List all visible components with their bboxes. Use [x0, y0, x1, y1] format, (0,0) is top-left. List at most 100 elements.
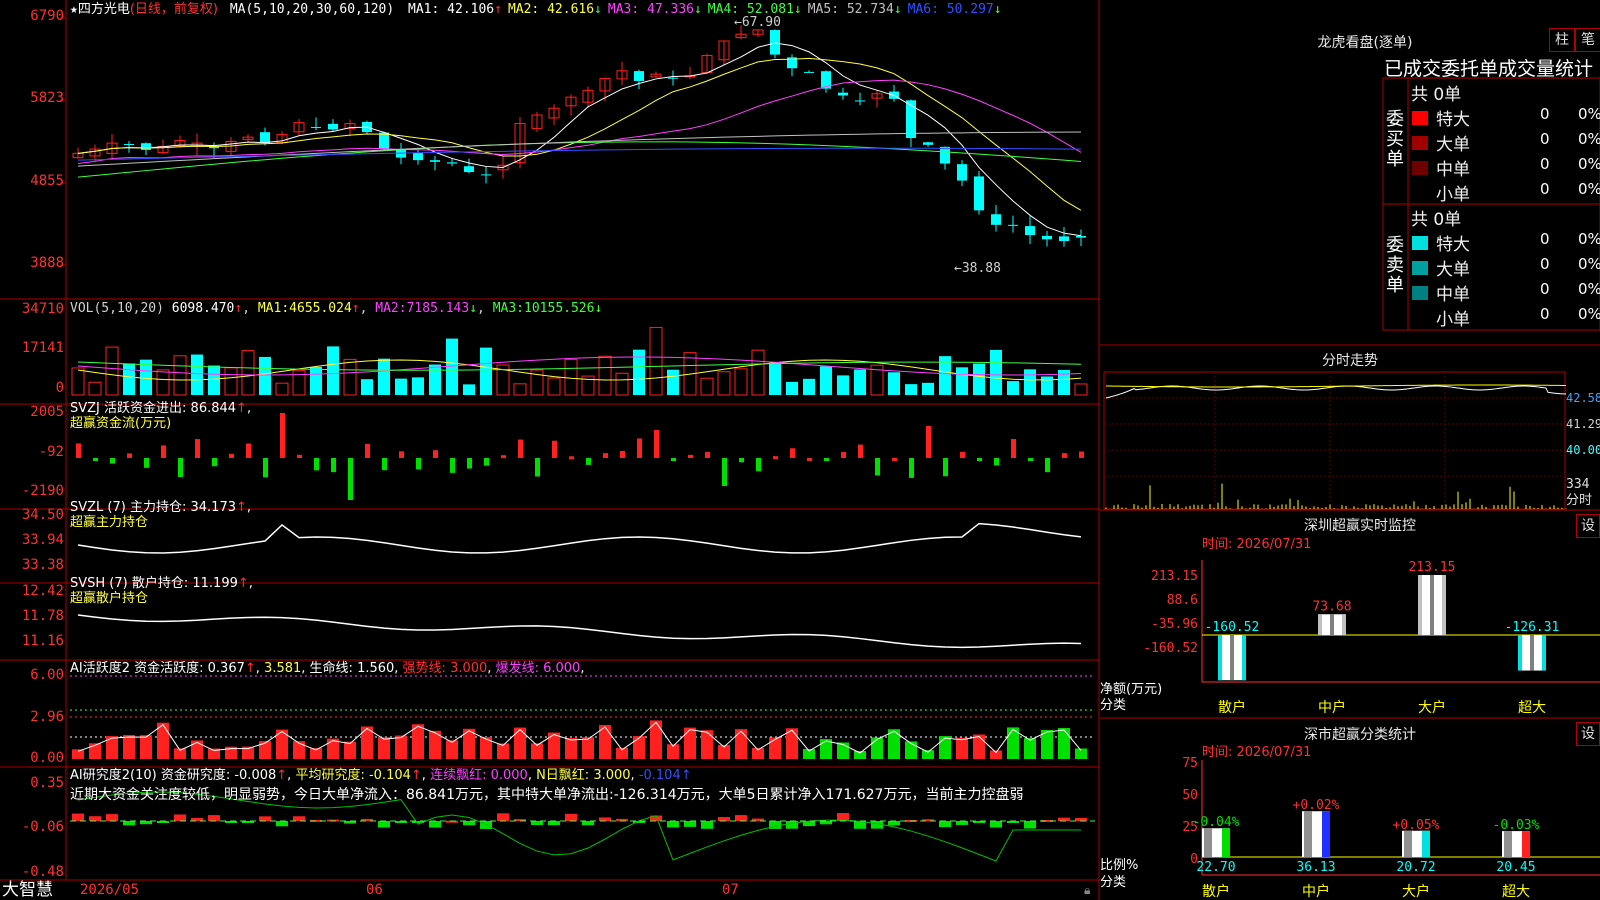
chart-mode: (日线，前复权) — [129, 2, 218, 17]
sz-monitor-label-1: 73.68 — [1312, 599, 1351, 614]
ma-arrow-4: ↓ — [793, 2, 802, 17]
ai2-header: AI研究度2(10) 资金研究度: -0.008↑, 平均研究度: -0.104… — [70, 768, 692, 783]
stock-name: 四方光电 — [77, 2, 130, 17]
svzj-bar-51 — [943, 458, 948, 477]
ai2-bar-2 — [106, 814, 118, 821]
svsh-header: SVSH (7) 散户持仓: 11.199↑, — [70, 576, 253, 591]
svzl-ytick-2: 33.38 — [21, 557, 64, 573]
vol-bar-29 — [564, 358, 578, 396]
longhu-tabs[interactable]: 已成交委托单成交量统计 — [1384, 54, 1600, 81]
svzj-bar-31 — [603, 453, 608, 458]
sz-monitor-bar-edge-l-1 — [1318, 614, 1322, 635]
candle-body-43 — [804, 71, 814, 73]
sz-monitor-bar-edge-r-1 — [1342, 614, 1346, 635]
intraday-price-line — [1105, 385, 1567, 399]
svzj-bar-3 — [127, 453, 132, 458]
ma2-line — [77, 57, 1082, 211]
svzl-line — [77, 522, 1082, 554]
vol-bar-53 — [973, 363, 985, 395]
svzj-bar-50 — [926, 426, 931, 458]
ai2-bar-56 — [1024, 821, 1036, 829]
ai2-extra: -0.104 — [638, 768, 681, 783]
vol-bar-33 — [633, 349, 645, 395]
ai1-bar-46 — [854, 750, 866, 759]
vol-bar-5 — [156, 369, 170, 396]
sz-monitor-bar-mid-3 — [1530, 635, 1534, 671]
vol-bar-57 — [1041, 376, 1053, 395]
ma-value-1: MA1: 42.106 — [408, 2, 495, 17]
buy-total: 共 0单 — [1411, 85, 1462, 105]
buy-row-swatch-0 — [1412, 111, 1428, 125]
sz-class-settings-button[interactable]: 设 — [1576, 722, 1600, 746]
lock-icon[interactable]: 🔒︎ — [1084, 883, 1090, 898]
sz-class-change-3: -0.03% — [1493, 818, 1540, 833]
sell-row-pct-1: 0% — [1578, 255, 1600, 273]
candle-body-33 — [634, 71, 644, 81]
svzj-bar-27 — [535, 458, 540, 477]
svzj-value: 86.844 — [190, 401, 237, 416]
vol-bar-17 — [361, 379, 373, 395]
intraday-ylabel-1: 41.29 — [1566, 417, 1600, 431]
sz-monitor-ytick-1: 88.6 — [1167, 593, 1198, 608]
sz-class-bar-accent-3 — [1522, 831, 1530, 857]
ai1-bar-29 — [565, 738, 577, 759]
ai2-bar-38 — [718, 817, 730, 821]
main-ytick-1: 5823 — [30, 90, 64, 106]
svzj-bar-7 — [195, 439, 200, 458]
candle-body-58 — [1059, 236, 1069, 241]
candle-body-15 — [328, 123, 338, 130]
candle-body-54 — [991, 214, 1001, 225]
sell-row-swatch-2 — [1412, 286, 1428, 300]
ma-value-5: MA5: 52.734 — [807, 2, 894, 17]
svzj-header: SVZJ 活跃资金进出: 86.844↑, — [70, 401, 252, 416]
sz-monitor-settings-button[interactable]: 设 — [1576, 514, 1600, 538]
vol-bar-44 — [820, 366, 832, 395]
svsh-value: 11.199 — [192, 576, 238, 591]
intraday-vol-unit: 分时 — [1566, 493, 1593, 508]
svzj-bar-34 — [654, 430, 659, 458]
svzj-bar-47 — [875, 458, 880, 476]
candle-body-22 — [447, 162, 457, 164]
svzj-title: SVZJ 活跃资金进出: — [70, 401, 187, 416]
vol-bar-2 — [105, 346, 119, 396]
bar-mode-button[interactable]: 柱 — [1549, 28, 1575, 52]
vol-bar-34 — [649, 326, 663, 396]
ai2-ytick-2: -0.48 — [21, 864, 64, 880]
ai1-bar-36 — [684, 727, 696, 759]
intraday-ylabel-2: 40.00 — [1566, 443, 1600, 457]
sz-monitor-bar-edge-l-2 — [1418, 575, 1422, 635]
sz-monitor-ytick-2: -35.96 — [1151, 617, 1198, 632]
svzj-bar-54 — [994, 458, 999, 466]
svzj-bar-58 — [1062, 453, 1067, 458]
ai1-bar-52 — [956, 737, 968, 759]
svzj-subtitle: 超赢资金流(万元) — [70, 416, 172, 431]
vol-value: 6098.470 — [171, 301, 235, 316]
vol-bar-42 — [786, 381, 798, 395]
svzj-bar-4 — [144, 458, 149, 468]
ai1-life: 1.560 — [357, 661, 395, 676]
ai2-bar-25 — [497, 813, 509, 821]
ma-arrow-5: ↓ — [893, 2, 902, 17]
star-icon[interactable]: ★ — [70, 2, 78, 17]
sz-class-xlabel: 分类 — [1100, 875, 1127, 890]
intraday-title: 分时走势 — [1322, 353, 1378, 369]
ai2-title: AI研究度2(10) 资金研究度: — [70, 768, 231, 783]
svzj-bar-52 — [960, 451, 965, 458]
sz-monitor-label-3: -126.31 — [1505, 620, 1560, 635]
tick-mode-button[interactable]: 笔 — [1575, 28, 1600, 52]
vol-bar-39 — [734, 368, 748, 396]
ma-arrow-6: ↓ — [993, 2, 1002, 17]
sz-monitor-bar-edge-r-3 — [1542, 635, 1546, 671]
ai2-bar-8 — [208, 815, 220, 821]
vol-bar-59 — [1074, 383, 1088, 396]
intraday-ylabel-0: 42.58 — [1566, 391, 1600, 405]
sell-row-swatch-0 — [1412, 236, 1428, 250]
sz-class-change-2: +0.05% — [1393, 818, 1440, 833]
vol-bar-11 — [259, 356, 271, 395]
vol-bar-14 — [310, 366, 322, 395]
svzl-ytick-1: 33.94 — [21, 532, 64, 548]
svzj-bar-22 — [450, 458, 455, 473]
date-tick-1: 06 — [366, 882, 383, 898]
ai2-description: 近期大资金关注度较低，明显弱势，今日大单净流入：86.841万元，其中特大单净流… — [70, 787, 1024, 803]
ai1-bar-0 — [72, 749, 84, 759]
